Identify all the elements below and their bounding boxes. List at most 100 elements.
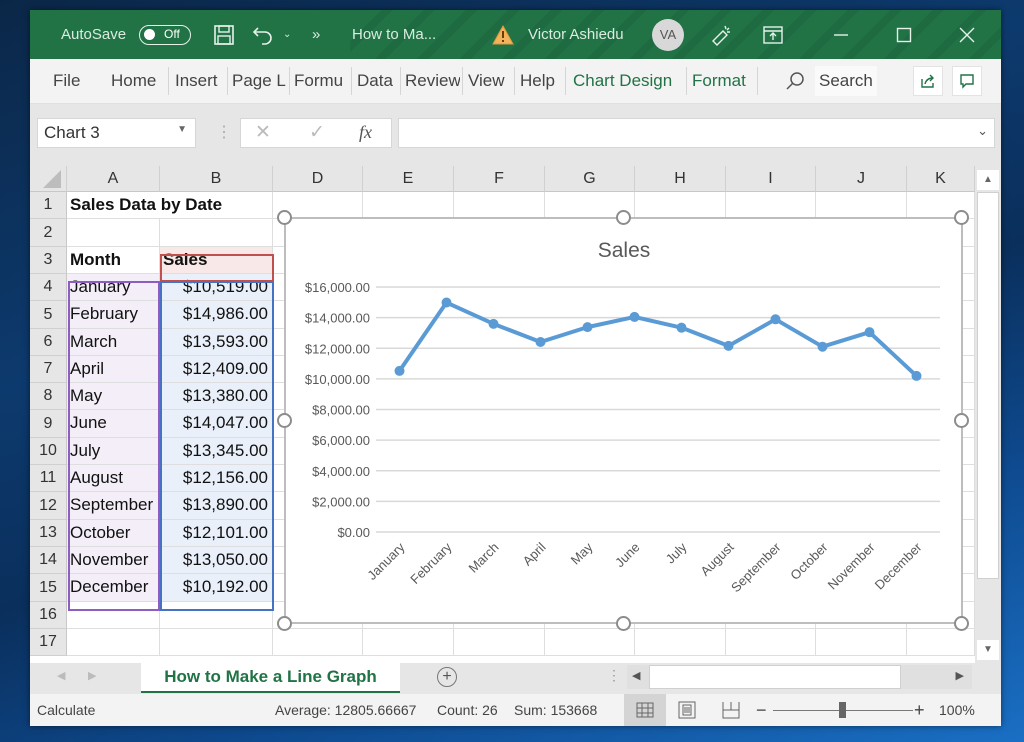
data-point[interactable] — [770, 314, 781, 325]
row-header[interactable]: 12 — [30, 492, 67, 520]
cell-sales[interactable]: $14,047.00 — [160, 410, 273, 438]
cell-sales[interactable]: $13,593.00 — [160, 329, 273, 356]
row-header[interactable]: 15 — [30, 574, 67, 602]
zoom-level[interactable]: 100% — [939, 694, 975, 726]
row-header[interactable]: 2 — [30, 219, 67, 247]
cell[interactable] — [67, 602, 160, 629]
cell-month[interactable]: October — [67, 520, 160, 547]
column-header-k[interactable]: K — [907, 166, 975, 192]
undo-dropdown-icon[interactable]: ⌄ — [283, 10, 291, 59]
row-header[interactable]: 17 — [30, 629, 67, 656]
data-point[interactable] — [723, 340, 734, 351]
series-line[interactable] — [397, 300, 918, 378]
select-all-button[interactable] — [30, 166, 67, 192]
tab-chart-design[interactable]: Chart Design — [573, 59, 672, 103]
cell[interactable] — [273, 629, 363, 656]
next-sheet-icon[interactable]: ▶ — [88, 669, 96, 682]
column-header-d[interactable]: D — [273, 166, 363, 192]
tab-home[interactable]: Home — [111, 59, 156, 103]
data-point[interactable] — [629, 311, 640, 322]
cell[interactable] — [363, 629, 454, 656]
data-point[interactable] — [535, 336, 546, 347]
scroll-left-icon[interactable]: ◀ — [632, 669, 640, 682]
row-header[interactable]: 14 — [30, 547, 67, 574]
search-box[interactable]: Search — [815, 66, 877, 96]
normal-view-icon[interactable] — [624, 694, 666, 726]
cell-title[interactable]: Sales Data by Date — [67, 192, 222, 219]
autosave-toggle[interactable]: Off — [139, 10, 191, 59]
column-header-h[interactable]: H — [635, 166, 726, 192]
resize-handle-top-right[interactable] — [954, 210, 969, 225]
chart-sales[interactable]: Sales $0.00 $2,000.00 $4,000.00 $6,000.00 $8… — [284, 217, 963, 624]
status-mode[interactable]: Calculate — [37, 694, 95, 726]
tab-view[interactable]: View — [468, 59, 505, 103]
cell[interactable] — [545, 629, 635, 656]
cell-sales[interactable]: $14,986.00 — [160, 301, 273, 329]
enter-icon[interactable]: ✓ — [309, 121, 325, 144]
row-header[interactable]: 5 — [30, 301, 67, 329]
column-header-i[interactable]: I — [726, 166, 816, 192]
sheet-tab-active[interactable]: How to Make a Line Graph — [141, 663, 400, 693]
resize-handle-top-left[interactable] — [277, 210, 292, 225]
vertical-scroll-thumb[interactable] — [977, 192, 999, 579]
column-header-f[interactable]: F — [454, 166, 545, 192]
horizontal-scroll-thumb[interactable] — [649, 665, 901, 689]
row-header[interactable]: 1 — [30, 192, 67, 219]
prev-sheet-icon[interactable]: ◀ — [57, 669, 65, 682]
cell-month[interactable]: May — [67, 383, 160, 410]
new-sheet-icon[interactable]: + — [437, 667, 457, 687]
cell-header-sales[interactable]: Sales — [160, 247, 273, 274]
share-icon[interactable] — [913, 66, 943, 96]
cell-sales[interactable]: $12,156.00 — [160, 465, 273, 492]
data-point[interactable] — [864, 327, 875, 338]
resize-handle-left[interactable] — [277, 413, 292, 428]
cell[interactable] — [635, 192, 726, 219]
cell-sales[interactable]: $13,380.00 — [160, 383, 273, 410]
row-header[interactable]: 8 — [30, 383, 67, 410]
series-sales[interactable] — [394, 297, 922, 381]
cancel-icon[interactable]: ✕ — [255, 121, 271, 144]
row-header[interactable]: 11 — [30, 465, 67, 492]
close-icon[interactable] — [959, 10, 975, 59]
cell[interactable] — [635, 629, 726, 656]
cell[interactable] — [67, 629, 160, 656]
cell-month[interactable]: January — [67, 274, 160, 301]
cell[interactable] — [726, 192, 816, 219]
user-avatar[interactable]: VA — [652, 10, 684, 59]
data-point[interactable] — [441, 297, 452, 308]
status-count[interactable]: Count: 26 — [437, 694, 498, 726]
ribbon-display-options-icon[interactable] — [763, 10, 783, 59]
data-point[interactable] — [488, 318, 499, 329]
cell-month[interactable]: April — [67, 356, 160, 383]
zoom-in-icon[interactable]: + — [914, 694, 925, 726]
data-point[interactable] — [911, 370, 922, 381]
user-name[interactable]: Victor Ashiedu — [528, 10, 624, 59]
cell-month[interactable]: December — [67, 574, 160, 602]
cell[interactable] — [160, 629, 273, 656]
scroll-down-icon[interactable]: ▼ — [977, 640, 999, 660]
minimize-icon[interactable] — [833, 10, 849, 59]
data-point[interactable] — [394, 365, 405, 376]
warning-icon[interactable] — [492, 10, 514, 59]
tab-help[interactable]: Help — [520, 59, 555, 103]
cell-month[interactable]: March — [67, 329, 160, 356]
zoom-out-icon[interactable]: − — [756, 694, 767, 726]
row-header[interactable]: 13 — [30, 520, 67, 547]
formula-bar-grip-icon[interactable]: ⋮ — [216, 122, 232, 142]
formula-input[interactable]: ⌄ — [398, 118, 995, 148]
tab-insert[interactable]: Insert — [175, 59, 218, 103]
cell[interactable] — [816, 629, 907, 656]
search-icon[interactable] — [785, 59, 805, 103]
row-header[interactable]: 6 — [30, 329, 67, 356]
more-commands-icon[interactable]: » — [312, 10, 320, 59]
row-header[interactable]: 3 — [30, 247, 67, 274]
row-header[interactable]: 7 — [30, 356, 67, 383]
resize-handle-right[interactable] — [954, 413, 969, 428]
chevron-down-icon[interactable]: ▼ — [177, 124, 187, 135]
column-header-e[interactable]: E — [363, 166, 454, 192]
row-header[interactable]: 16 — [30, 602, 67, 629]
tab-page-layout[interactable]: Page L — [232, 59, 286, 103]
data-point[interactable] — [817, 341, 828, 352]
comments-icon[interactable] — [952, 66, 982, 96]
cell-sales[interactable]: $13,345.00 — [160, 438, 273, 465]
